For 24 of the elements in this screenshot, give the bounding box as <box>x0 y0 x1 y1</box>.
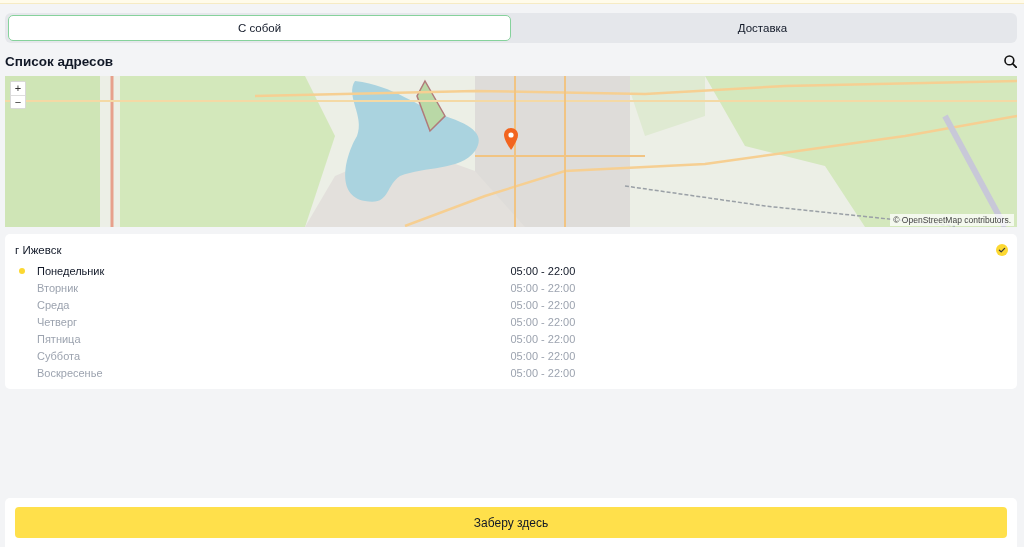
search-icon[interactable] <box>1004 54 1017 68</box>
map-pin-icon[interactable] <box>504 128 518 150</box>
weekday-label: Среда <box>37 298 70 311</box>
section-title: Список адресов <box>5 53 114 69</box>
opening-hours: 05:00 - 22:00 <box>510 332 576 345</box>
zoom-out-button[interactable]: − <box>11 95 25 108</box>
weekday-label: Воскресенье <box>37 366 103 379</box>
opening-hours: 05:00 - 22:00 <box>510 264 576 277</box>
city-name: г Ижевск <box>15 244 62 256</box>
map-attribution: © OpenStreetMap contributors. <box>890 214 1014 226</box>
pickup-button[interactable]: Заберу здесь <box>15 507 1007 538</box>
opening-hours: 05:00 - 22:00 <box>510 366 576 379</box>
opening-hours: 05:00 - 22:00 <box>510 315 576 328</box>
opening-hours: 05:00 - 22:00 <box>510 349 576 362</box>
check-icon[interactable] <box>996 244 1008 256</box>
opening-hours: 05:00 - 22:00 <box>510 298 576 311</box>
weekday-label: Суббота <box>37 349 81 362</box>
opening-hours: 05:00 - 22:00 <box>510 281 576 294</box>
weekday-label: Пятница <box>37 332 81 345</box>
tab[interactable]: С собой <box>8 15 511 41</box>
tab[interactable]: Доставка <box>511 15 1014 41</box>
weekday-label: Вторник <box>37 281 79 294</box>
weekday-label: Понедельник <box>37 264 105 277</box>
weekday-label: Четверг <box>37 315 78 328</box>
